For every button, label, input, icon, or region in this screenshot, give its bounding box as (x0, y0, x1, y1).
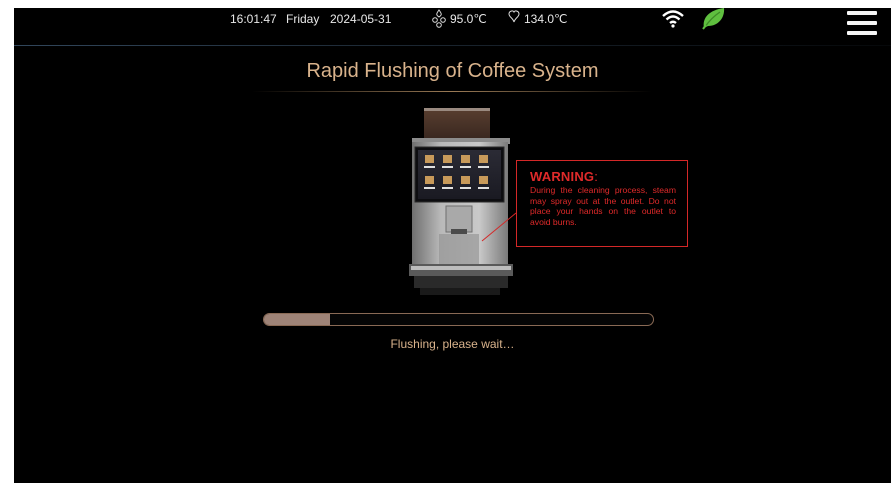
warning-text: During the cleaning process, steam may s… (530, 185, 676, 227)
flushing-status-text: Flushing, please wait… (390, 337, 515, 351)
machine-screen: 16:01:47 Friday 2024-05-31 95.0℃ 134.0℃ (14, 8, 891, 483)
warning-title: WARNING: (530, 169, 599, 184)
coffee-machine-image (409, 108, 517, 295)
progress-fill (264, 314, 330, 325)
warning-box: WARNING: During the cleaning process, st… (516, 160, 688, 247)
flushing-progress-bar (263, 313, 654, 326)
